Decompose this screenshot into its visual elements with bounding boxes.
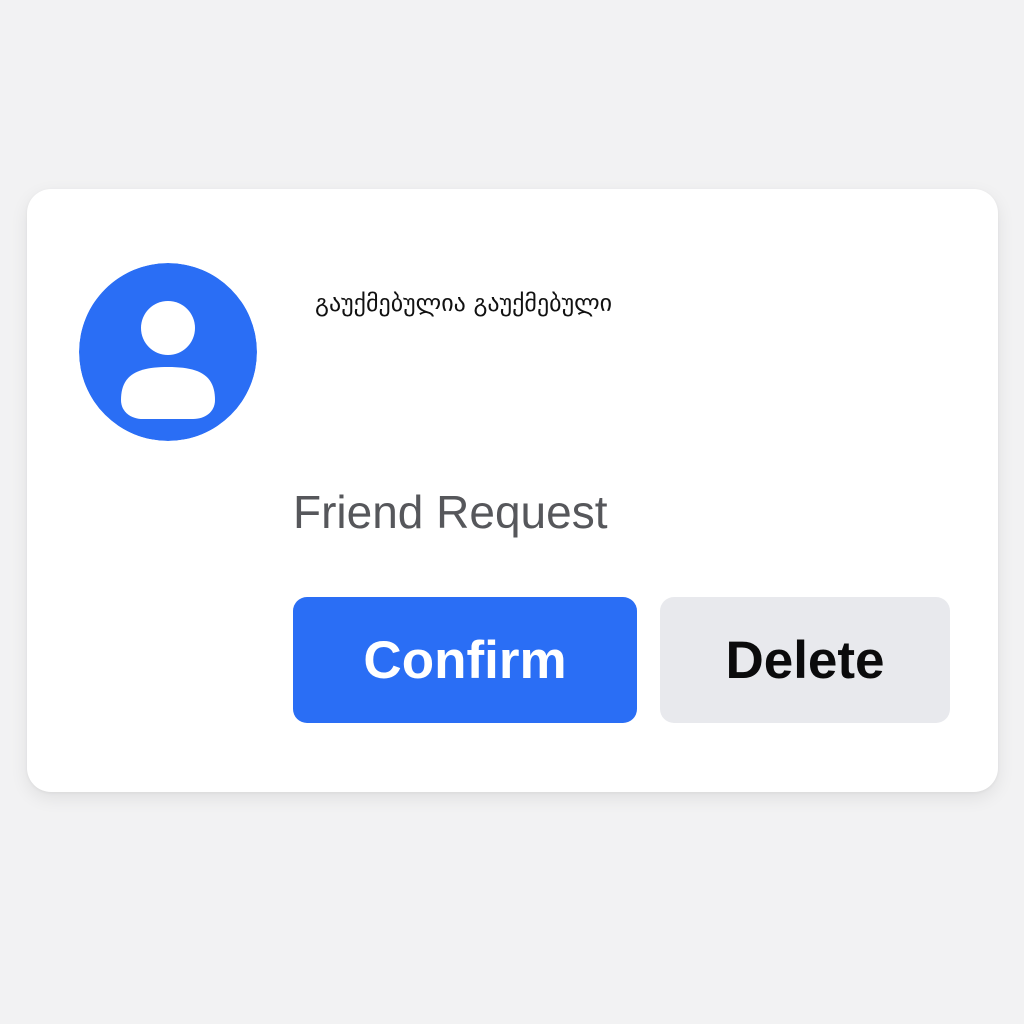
user-avatar-icon[interactable] <box>79 263 257 441</box>
confirm-button-label: Confirm <box>363 630 567 690</box>
user-name[interactable]: გაუქმებულია გაუქმებული <box>315 289 612 317</box>
delete-button-label: Delete <box>725 630 885 690</box>
request-subtitle: Friend Request <box>293 486 608 538</box>
delete-button[interactable]: Delete <box>660 597 950 723</box>
friend-request-card: გაუქმებულია გაუქმებული Friend Request Co… <box>27 189 998 792</box>
confirm-button[interactable]: Confirm <box>293 597 637 723</box>
